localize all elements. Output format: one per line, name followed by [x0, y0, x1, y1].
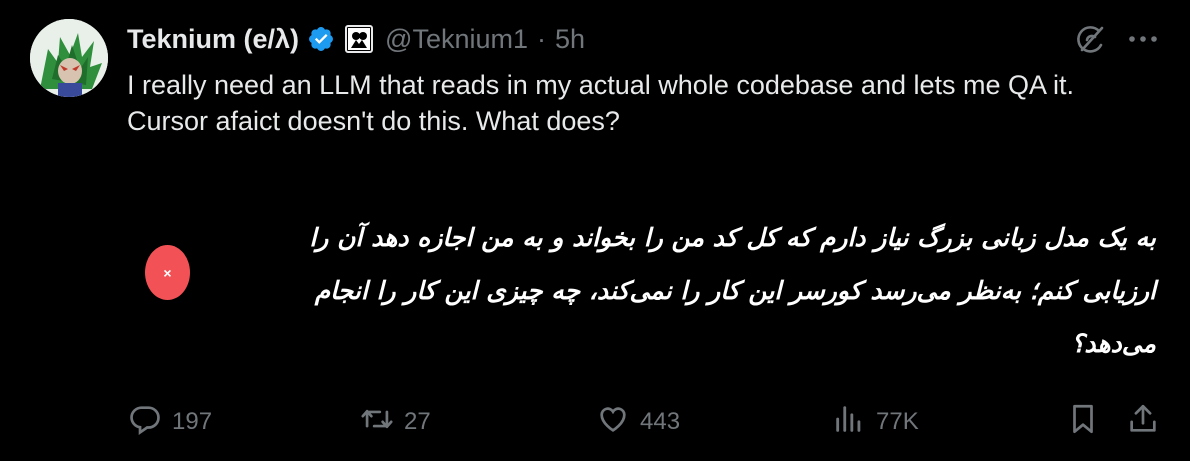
- repost-button[interactable]: 27: [360, 400, 431, 444]
- verified-icon: [307, 25, 335, 53]
- bookmark-icon: [1066, 402, 1100, 443]
- share-button[interactable]: [1126, 400, 1160, 444]
- more-icon[interactable]: [1126, 24, 1160, 54]
- share-icon: [1126, 402, 1160, 443]
- views-button[interactable]: 77K: [832, 400, 919, 444]
- views-icon: [832, 402, 866, 443]
- like-count: 443: [640, 408, 681, 435]
- tweet[interactable]: Teknium (e/λ) @Teknium1 · 5h I really ne…: [0, 0, 1190, 461]
- close-button[interactable]: ×: [145, 245, 190, 300]
- reply-count: 197: [172, 408, 213, 435]
- like-icon: [596, 402, 630, 443]
- grok-icon[interactable]: [1072, 22, 1108, 58]
- timestamp[interactable]: 5h: [555, 24, 585, 55]
- display-name[interactable]: Teknium (e/λ): [127, 24, 299, 55]
- reply-button[interactable]: 197: [128, 400, 212, 444]
- tweet-header: Teknium (e/λ) @Teknium1 · 5h: [127, 22, 585, 56]
- affiliate-badge-icon[interactable]: [345, 25, 374, 53]
- handle[interactable]: @Teknium1: [385, 24, 528, 55]
- translation-text: به یک مدل زبانی بزرگ نیاز دارم که کل کد …: [309, 223, 1156, 358]
- repost-count: 27: [404, 408, 431, 435]
- like-button[interactable]: 443: [596, 400, 680, 444]
- tweet-text: I really need an LLM that reads in my ac…: [127, 70, 1075, 136]
- action-bar: 197 27 443 77K: [0, 400, 1190, 444]
- reply-icon: [128, 402, 162, 443]
- separator-dot: ·: [537, 23, 547, 54]
- avatar[interactable]: [30, 19, 108, 97]
- repost-icon: [360, 402, 394, 443]
- views-count: 77K: [876, 408, 919, 435]
- bookmark-button[interactable]: [1066, 400, 1100, 444]
